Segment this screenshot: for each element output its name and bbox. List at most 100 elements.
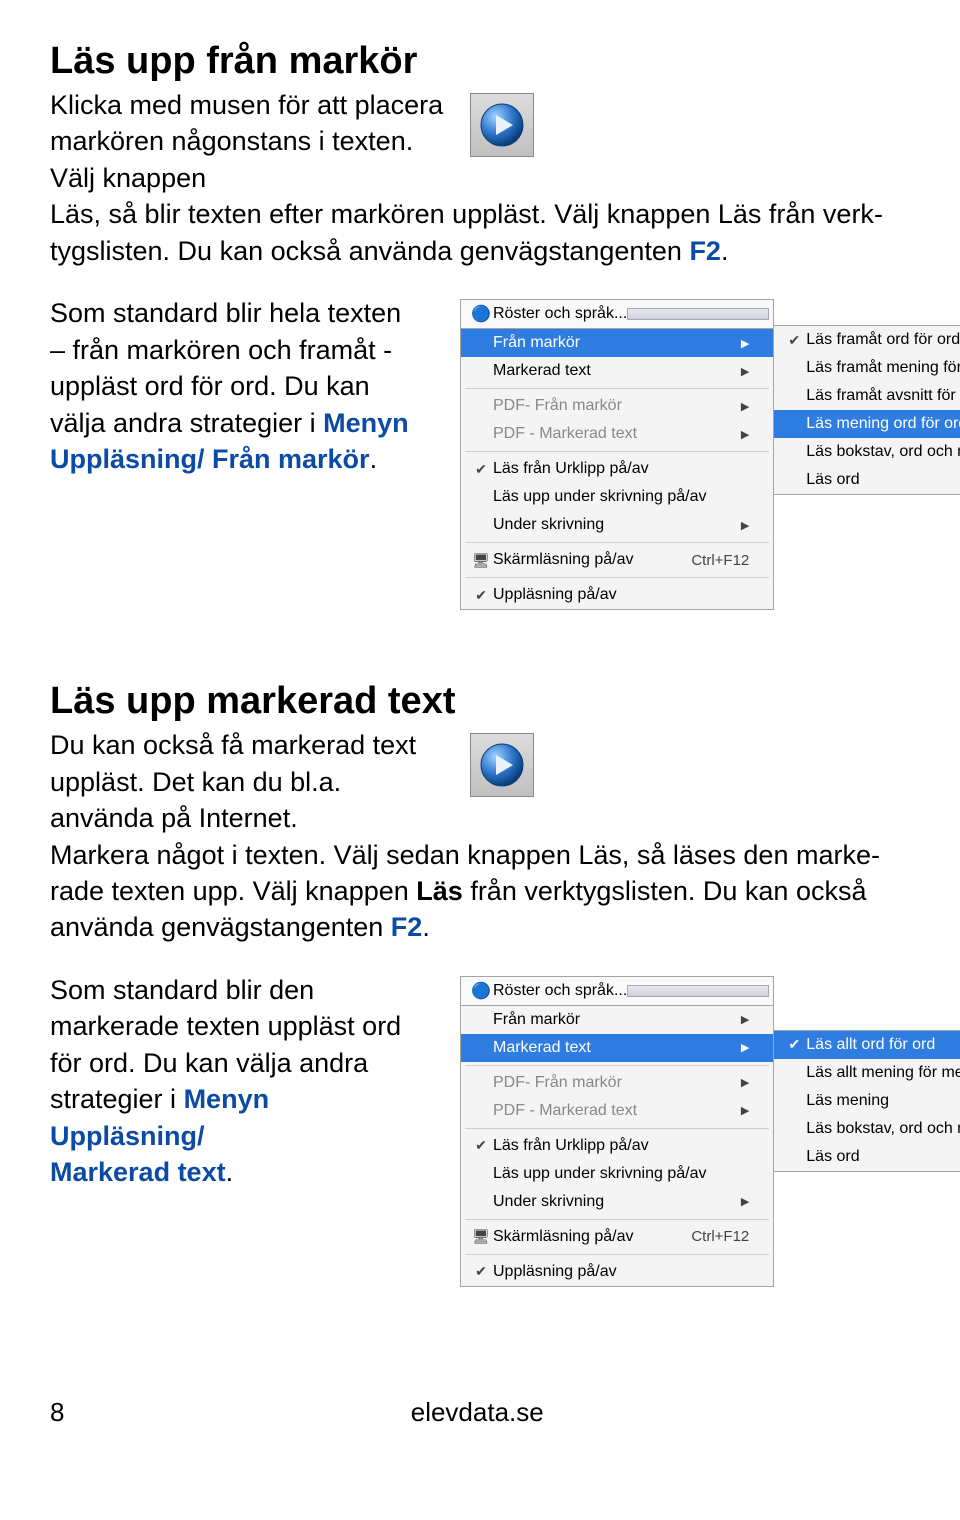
page-number: 8 xyxy=(50,1397,64,1428)
submenu-arrow-icon: ▶ xyxy=(741,1104,749,1117)
para-1-strategies: Som standard blir hela texten – från mar… xyxy=(50,295,420,477)
submenu-item[interactable]: ✔Läs allt ord för ord xyxy=(774,1031,960,1059)
menu-item[interactable]: Från markör ▶ xyxy=(461,1006,773,1034)
menu-item-label: PDF - Markerad text xyxy=(493,1102,723,1120)
check-icon: ✔ xyxy=(469,587,493,604)
submenu-item-label: Läs framåt ord för ord xyxy=(806,331,960,349)
intro-1a: Klicka med musen för att placera marköre… xyxy=(50,87,450,196)
intro-1b: Läs, så blir texten efter markören upplä… xyxy=(50,196,910,269)
submenu-item[interactable]: ✔Läs framåt ord för ord xyxy=(774,326,960,354)
submenu-arrow-icon: ▶ xyxy=(741,428,749,441)
menu-item[interactable]: Läs upp under skrivning på/av xyxy=(461,1160,773,1188)
screen-icon: 🖥 xyxy=(469,552,493,569)
menu-item-label: Uppläsning på/av xyxy=(493,1263,749,1281)
para-2-strategies: Som standard blir den markerade texten u… xyxy=(50,972,420,1191)
menu-screenshot-2: 🔵Röster och språk...Från markör▶Markerad… xyxy=(460,976,774,1287)
menu-item-label: PDF- Från markör xyxy=(493,397,723,415)
submenu-arrow-icon: ▶ xyxy=(741,1195,749,1208)
menu-item-label: Skärmläsning på/av xyxy=(493,1228,661,1246)
submenu-item[interactable]: Läs mening xyxy=(774,1087,960,1115)
menu-item-label: Från markör xyxy=(493,1011,723,1029)
submenu-item[interactable]: Läs mening ord för ord xyxy=(774,410,960,438)
screen-icon: 🖥 xyxy=(469,1228,493,1245)
menu-item-label: Under skrivning xyxy=(493,516,723,534)
globe-icon: 🔵 xyxy=(469,304,493,324)
menu-item-label: Läs upp under skrivning på/av xyxy=(493,488,749,506)
submenu: ✔Läs allt ord för ord Läs allt mening för… xyxy=(773,1030,960,1172)
menu-item[interactable]: Under skrivning ▶ xyxy=(461,1188,773,1216)
menu-screenshot-1: 🔵Röster och språk...Från markör▶Markerad… xyxy=(460,299,774,610)
submenu-arrow-icon: ▶ xyxy=(741,400,749,413)
submenu-arrow-icon: ▶ xyxy=(741,519,749,532)
context-menu: Från markör▶Markerad text▶PDF- Från mark… xyxy=(460,1005,774,1287)
menu-item[interactable]: 🖥Skärmläsning på/av Ctrl+F12 xyxy=(461,1223,773,1251)
menu-item[interactable]: ✔Uppläsning på/av xyxy=(461,1258,773,1286)
submenu-arrow-icon: ▶ xyxy=(741,1076,749,1089)
check-icon: ✔ xyxy=(469,1137,493,1154)
menu-item[interactable]: 🖥Skärmläsning på/avCtrl+F12 xyxy=(461,546,773,574)
para-2-main: Markera något i texten. Välj sedan knapp… xyxy=(50,837,910,946)
submenu-arrow-icon: ▶ xyxy=(741,1013,749,1026)
shortcut-label: Ctrl+F12 xyxy=(691,1228,749,1245)
submenu-item[interactable]: Läs allt mening för mening xyxy=(774,1059,960,1087)
menu-item[interactable]: Från markör ▶ xyxy=(461,329,773,357)
submenu-item-label: Läs framåt avsnitt för avsnitt xyxy=(806,387,960,405)
menu-item[interactable]: PDF - Markerad text ▶ xyxy=(461,1097,773,1125)
submenu-item[interactable]: Läs framåt avsnitt för avsnitt xyxy=(774,382,960,410)
menu-top-label: Röster och språk... xyxy=(493,982,627,1000)
menu-top-row[interactable]: 🔵Röster och språk... xyxy=(460,976,774,1005)
submenu-item-label: Läs bokstav, ord och mening xyxy=(806,443,960,461)
intro-2a: Du kan också få markerad text uppläst. D… xyxy=(50,727,450,836)
menu-item-label: Läs från Urklipp på/av xyxy=(493,460,749,478)
menu-item[interactable]: PDF- Från markör ▶ xyxy=(461,392,773,420)
globe-icon: 🔵 xyxy=(469,981,493,1001)
submenu-item[interactable]: Läs ord xyxy=(774,466,960,494)
submenu-item-label: Läs ord xyxy=(806,471,960,489)
menu-item-label: Läs upp under skrivning på/av xyxy=(493,1165,749,1183)
menu-item-label: Markerad text xyxy=(493,362,723,380)
submenu-item-label: Läs mening ord för ord xyxy=(806,415,960,433)
menu-item[interactable]: PDF - Markerad text ▶ xyxy=(461,420,773,448)
submenu-item-label: Läs ord xyxy=(806,1148,960,1166)
menu-item[interactable]: PDF- Från markör ▶ xyxy=(461,1069,773,1097)
menu-item[interactable]: Markerad text ▶ xyxy=(461,1034,773,1062)
menu-item-label: PDF- Från markör xyxy=(493,1074,723,1092)
submenu-arrow-icon: ▶ xyxy=(741,1041,749,1054)
submenu-arrow-icon: ▶ xyxy=(741,337,749,350)
menu-item[interactable]: ✔Läs från Urklipp på/av xyxy=(461,1132,773,1160)
submenu-item-label: Läs allt ord för ord xyxy=(806,1036,960,1054)
slider-bar[interactable] xyxy=(627,308,769,320)
submenu-item[interactable]: Läs framåt mening för mening xyxy=(774,354,960,382)
submenu-item[interactable]: Läs bokstav, ord och mening xyxy=(774,438,960,466)
menu-item-label: Från markör xyxy=(493,334,723,352)
menu-item[interactable]: Läs upp under skrivning på/av xyxy=(461,483,773,511)
menu-item[interactable]: ✔Läs från Urklipp på/av xyxy=(461,455,773,483)
menu-top-label: Röster och språk... xyxy=(493,305,627,323)
menu-item[interactable]: ✔Uppläsning på/av xyxy=(461,581,773,609)
menu-item-label: Uppläsning på/av xyxy=(493,586,749,604)
submenu-item-label: Läs bokstav, ord och mening xyxy=(806,1120,960,1138)
play-button-icon[interactable] xyxy=(470,93,534,157)
menu-top-row[interactable]: 🔵Röster och språk... xyxy=(460,299,774,328)
submenu-item[interactable]: Läs bokstav, ord och mening xyxy=(774,1115,960,1143)
submenu-item[interactable]: Läs ord xyxy=(774,1143,960,1171)
heading-2: Läs upp markerad text xyxy=(50,680,910,723)
submenu-item-label: Läs mening xyxy=(806,1092,960,1110)
check-icon: ✔ xyxy=(469,1263,493,1280)
play-button-icon-2[interactable] xyxy=(470,733,534,797)
check-icon: ✔ xyxy=(782,332,806,349)
check-icon: ✔ xyxy=(782,1036,806,1053)
slider-bar[interactable] xyxy=(627,985,769,997)
menu-item-label: Markerad text xyxy=(493,1039,723,1057)
menu-item-label: Läs från Urklipp på/av xyxy=(493,1137,749,1155)
submenu-item-label: Läs allt mening för mening xyxy=(806,1064,960,1082)
submenu-arrow-icon: ▶ xyxy=(741,365,749,378)
context-menu: Från markör▶Markerad text▶PDF- Från mark… xyxy=(460,328,774,610)
submenu: ✔Läs framåt ord för ordLäs framåt mening… xyxy=(773,325,960,495)
menu-item-label: Skärmläsning på/av xyxy=(493,551,661,569)
heading-1: Läs upp från markör xyxy=(50,40,910,83)
menu-item-label: PDF - Markerad text xyxy=(493,425,723,443)
menu-item[interactable]: Under skrivning ▶ xyxy=(461,511,773,539)
menu-item[interactable]: Markerad text ▶ xyxy=(461,357,773,385)
menu-item-label: Under skrivning xyxy=(493,1193,723,1211)
